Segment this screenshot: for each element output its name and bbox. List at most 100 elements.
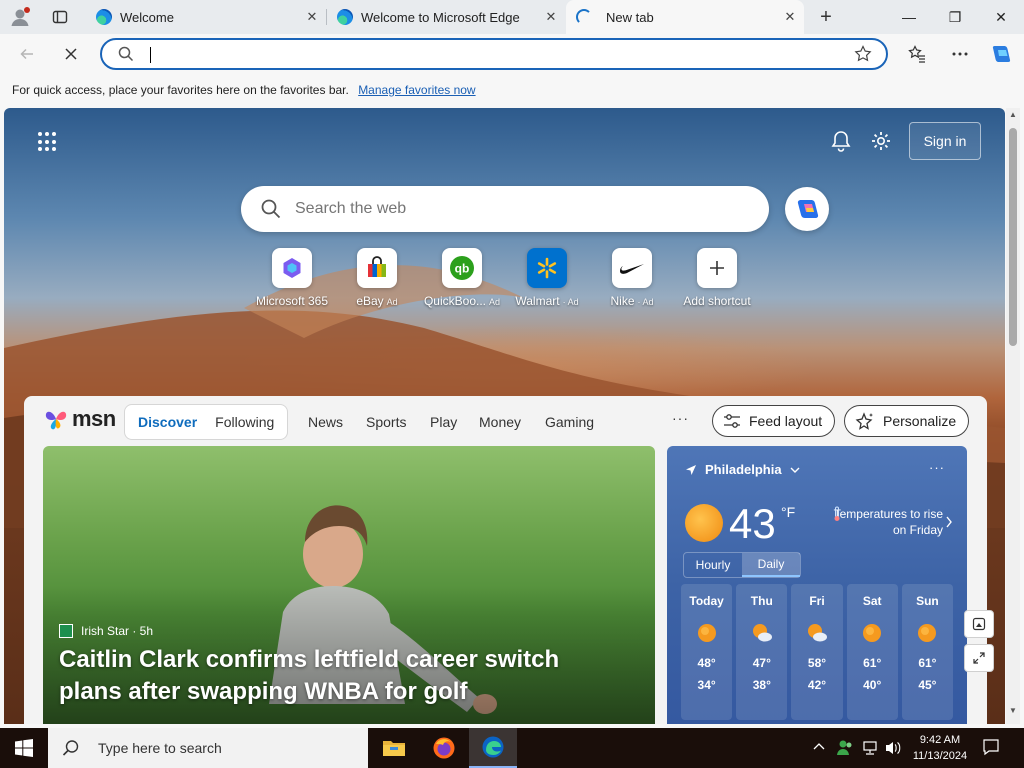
people-icon[interactable]: [836, 738, 854, 759]
taskbar-search-box[interactable]: Type here to search: [48, 728, 368, 768]
tab-discover[interactable]: Discover: [129, 414, 206, 430]
network-icon[interactable]: [862, 740, 880, 759]
microsoft-365-icon: [272, 248, 312, 288]
clock-time: 9:42 AM: [919, 734, 961, 746]
tab-welcome[interactable]: Welcome ✕: [86, 0, 326, 34]
personalize-button[interactable]: Personalize: [844, 405, 970, 437]
shortcut-quickbooks[interactable]: qb QuickBoo... Ad: [417, 248, 507, 308]
shortcut-microsoft-365[interactable]: Microsoft 365: [247, 248, 337, 308]
tab-daily[interactable]: Daily: [742, 553, 800, 577]
forecast-high: 58°: [807, 656, 827, 670]
app-launcher-icon[interactable]: [38, 132, 58, 152]
sign-in-button[interactable]: Sign in: [909, 122, 981, 160]
address-bar[interactable]: [100, 38, 888, 70]
add-shortcut-button[interactable]: Add shortcut: [672, 248, 762, 308]
settings-and-more-icon[interactable]: [945, 40, 975, 68]
close-tab-icon[interactable]: ✕: [782, 9, 798, 25]
close-tab-icon[interactable]: ✕: [543, 9, 559, 25]
tab-hourly[interactable]: Hourly: [684, 553, 742, 577]
feed-nav-gaming[interactable]: Gaming: [545, 414, 594, 430]
news-source[interactable]: Irish Star · 5h: [59, 624, 153, 638]
new-tab-button[interactable]: +: [812, 5, 840, 29]
weather-card[interactable]: Philadelphia ··· 43 °F Temperatures to r…: [667, 446, 967, 724]
copilot-icon[interactable]: [986, 40, 1016, 68]
back-button[interactable]: [12, 40, 42, 68]
windows-logo-icon: [15, 739, 33, 757]
forecast-low: 45°: [918, 678, 937, 692]
tab-welcome-to-edge[interactable]: Welcome to Microsoft Edge ✕: [327, 0, 565, 34]
hero-headline[interactable]: Caitlin Clark confirms leftfield career …: [59, 644, 619, 708]
close-window-button[interactable]: ✕: [978, 0, 1024, 34]
firefox-icon[interactable]: [420, 728, 468, 768]
shortcut-nike[interactable]: Nike · Ad: [587, 248, 677, 308]
start-button[interactable]: [0, 728, 48, 768]
copilot-button[interactable]: [785, 187, 829, 231]
weather-more-icon[interactable]: ···: [929, 460, 945, 475]
feed-more-icon[interactable]: ···: [672, 410, 689, 426]
scroll-down-arrow-icon[interactable]: ▼: [1008, 706, 1018, 716]
feedback-icon[interactable]: [964, 610, 994, 638]
edge-favicon-icon: [96, 9, 112, 25]
navigation-bar: [0, 34, 1024, 74]
favorites-icon[interactable]: [902, 40, 932, 68]
manage-favorites-link[interactable]: Manage favorites now: [358, 83, 475, 97]
edge-taskbar-icon[interactable]: [469, 728, 517, 768]
close-tab-icon[interactable]: ✕: [304, 9, 320, 25]
file-explorer-icon[interactable]: [370, 728, 418, 768]
page-settings-gear-icon[interactable]: [868, 128, 894, 154]
location-arrow-icon: [686, 464, 696, 475]
walmart-icon: [527, 248, 567, 288]
scrollbar-thumb[interactable]: [1009, 128, 1017, 346]
weather-location[interactable]: Philadelphia: [685, 462, 800, 477]
tab-label: Welcome: [120, 9, 174, 25]
page-scrollbar[interactable]: ▲ ▼: [1006, 108, 1020, 724]
temperature-unit[interactable]: °F: [781, 504, 795, 520]
feed-nav-news[interactable]: News: [308, 414, 343, 430]
system-clock[interactable]: 9:42 AM 11/13/2024: [908, 732, 972, 764]
forecast-day[interactable]: Sun 61° 45°: [901, 584, 954, 720]
shortcut-ebay[interactable]: eBay Ad: [332, 248, 422, 308]
maximize-button[interactable]: ❐: [932, 0, 978, 34]
volume-icon[interactable]: [884, 739, 902, 760]
expand-icon[interactable]: [964, 644, 994, 672]
forecast-high: 61°: [863, 656, 882, 670]
weather-alert-text: Temperatures to rise on Friday: [833, 507, 943, 537]
notifications-bell-icon[interactable]: [828, 128, 854, 154]
partly-cloudy-icon: [806, 622, 828, 644]
tab-actions-icon[interactable]: [46, 5, 74, 29]
forecast-day[interactable]: Today 48° 34°: [681, 584, 733, 720]
svg-text:qb: qb: [455, 262, 470, 276]
sunny-icon: [861, 622, 883, 644]
forecast-day[interactable]: Sat 61° 40°: [846, 584, 898, 720]
forecast-day-label: Today: [689, 594, 724, 608]
forecast-day[interactable]: Fri 58° 42°: [791, 584, 843, 720]
shortcut-walmart[interactable]: Walmart · Ad: [502, 248, 592, 308]
show-hidden-icons-chevron-icon[interactable]: [812, 740, 826, 757]
shortcut-label: Nike: [610, 294, 635, 308]
edge-favicon-icon: [337, 9, 353, 25]
web-search-input[interactable]: [295, 198, 735, 220]
search-icon: [261, 199, 281, 222]
feed-layout-button[interactable]: Feed layout: [712, 405, 836, 437]
feed-nav-play[interactable]: Play: [430, 414, 457, 430]
tab-following[interactable]: Following: [206, 414, 283, 430]
msn-brand-text: msn: [72, 406, 116, 431]
favorite-star-icon[interactable]: [854, 45, 872, 66]
stop-loading-button[interactable]: [56, 40, 86, 68]
minimize-button[interactable]: —: [886, 0, 932, 34]
address-input[interactable]: [152, 43, 832, 65]
msn-butterfly-icon: [45, 411, 67, 430]
feed-nav-sports[interactable]: Sports: [366, 414, 406, 430]
scroll-up-arrow-icon[interactable]: ▲: [1008, 110, 1018, 120]
web-search-box[interactable]: [241, 186, 769, 232]
tab-new-tab[interactable]: New tab ✕: [566, 0, 804, 34]
profile-icon[interactable]: [6, 5, 34, 29]
weather-alert[interactable]: Temperatures to rise on Friday: [833, 506, 943, 538]
ebay-icon: [357, 248, 397, 288]
msn-logo[interactable]: msn: [44, 406, 116, 432]
forecast-day[interactable]: Thu 47° 38°: [736, 584, 788, 720]
hero-news-card[interactable]: Irish Star · 5h Caitlin Clark confirms l…: [43, 446, 655, 724]
feed-nav-money[interactable]: Money: [479, 414, 521, 430]
chevron-right-icon[interactable]: [945, 516, 953, 528]
notification-center-icon[interactable]: [982, 738, 1000, 759]
